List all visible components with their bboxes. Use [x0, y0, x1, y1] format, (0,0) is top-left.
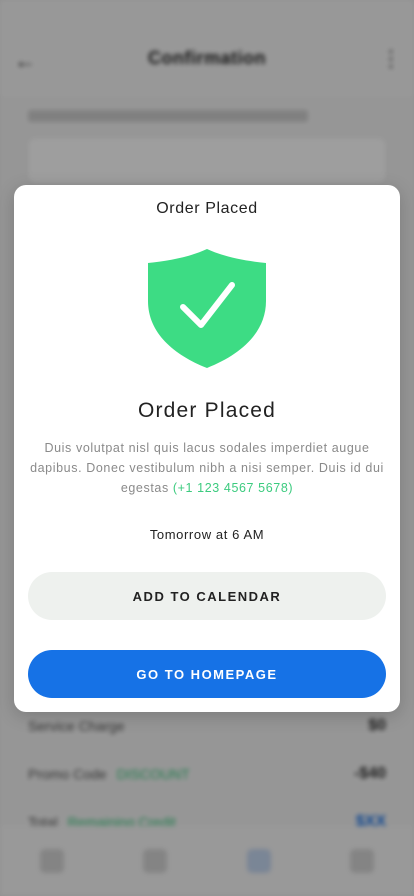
order-placed-modal: Order Placed Order Placed Duis volutpat … [14, 185, 400, 712]
phone-link[interactable]: (+1 123 4567 5678) [173, 481, 293, 495]
shield-check-icon [148, 249, 266, 368]
modal-description: Duis volutpat nisl quis lacus sodales im… [26, 438, 388, 498]
add-to-calendar-button[interactable]: ADD TO CALENDAR [28, 572, 386, 620]
delivery-time: Tomorrow at 6 AM [149, 527, 265, 542]
modal-title: Order Placed [137, 399, 277, 422]
modal-header: Order Placed [156, 200, 258, 217]
go-to-homepage-button[interactable]: GO TO HOMEPAGE [28, 650, 386, 698]
